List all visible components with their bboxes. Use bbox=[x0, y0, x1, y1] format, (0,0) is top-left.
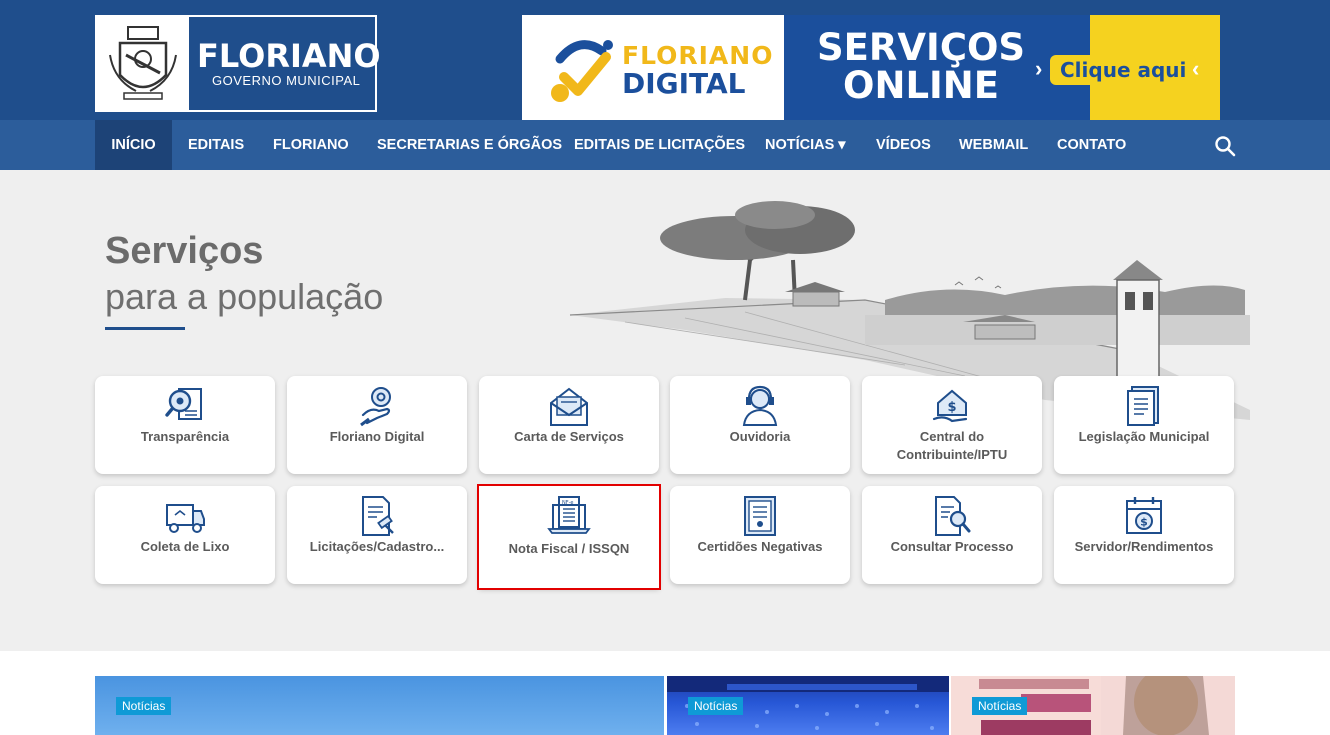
chevron-right-icon: › bbox=[1035, 56, 1043, 81]
floriano-digital-logo-icon bbox=[551, 40, 613, 102]
chevron-left-icon: ‹ bbox=[1192, 56, 1200, 81]
service-label: Legislação Municipal bbox=[1078, 429, 1210, 444]
law-book-icon bbox=[1127, 386, 1159, 426]
news-category-badge[interactable]: Notícias bbox=[688, 697, 744, 715]
certificate-icon bbox=[744, 496, 776, 536]
nav-item-floriano[interactable]: FLORIANO bbox=[273, 120, 349, 170]
service-card-certidoes[interactable]: Certidões Negativas bbox=[670, 486, 850, 584]
service-label: Central do Contribuinte/IPTU bbox=[896, 429, 1008, 462]
svg-text:$: $ bbox=[1140, 516, 1148, 529]
service-card-legislacao[interactable]: Legislação Municipal bbox=[1054, 376, 1234, 474]
service-label: Floriano Digital bbox=[329, 429, 425, 444]
banner-headline-line2: ONLINE bbox=[843, 64, 1000, 107]
calendar-money-icon: $ bbox=[1126, 497, 1162, 534]
news-card-event[interactable]: Notícias bbox=[667, 676, 949, 735]
service-card-ouvidoria[interactable]: Ouvidoria bbox=[670, 376, 850, 474]
search-icon[interactable] bbox=[1214, 135, 1236, 157]
site-logo[interactable]: FLORIANO GOVERNO MUNICIPAL bbox=[95, 15, 381, 112]
hand-gear-icon bbox=[360, 387, 391, 427]
nav-item-secretarias[interactable]: SECRETARIAS E ÓRGÃOS bbox=[377, 120, 562, 170]
service-card-carta-servicos[interactable]: Carta de Serviços bbox=[479, 376, 659, 474]
magnifier-document-icon bbox=[165, 388, 202, 420]
servicos-online-banner[interactable]: FLORIANO DIGITAL SERVIÇOS ONLINE › Cliqu… bbox=[522, 15, 1220, 120]
banner-cta-button[interactable]: Clique aqui bbox=[1050, 55, 1197, 85]
nav-item-noticias[interactable]: NOTÍCIAS ▾ bbox=[765, 120, 846, 170]
banner-headline-line1: SERVIÇOS bbox=[817, 26, 1026, 69]
service-card-servidor-rendimentos[interactable]: $ Servidor/Rendimentos bbox=[1054, 486, 1234, 584]
news-category-badge[interactable]: Notícias bbox=[116, 697, 172, 715]
logo-subtitle: GOVERNO MUNICIPAL bbox=[212, 73, 361, 88]
service-card-consultar-processo[interactable]: Consultar Processo bbox=[862, 486, 1042, 584]
svg-text:$: $ bbox=[947, 400, 956, 415]
service-label: Consultar Processo bbox=[890, 539, 1014, 554]
service-label: Ouvidoria bbox=[729, 429, 791, 444]
hero-subtitle: para a população bbox=[105, 276, 384, 317]
nav-item-webmail[interactable]: WEBMAIL bbox=[959, 120, 1028, 170]
garbage-truck-icon bbox=[166, 504, 205, 533]
envelope-icon bbox=[550, 387, 588, 426]
service-label: Servidor/Rendimentos bbox=[1074, 539, 1214, 554]
invoice-laptop-icon: NF-e bbox=[547, 496, 591, 534]
hero-underline bbox=[105, 327, 185, 330]
service-card-floriano-digital[interactable]: Floriano Digital bbox=[287, 376, 467, 474]
nav-item-inicio[interactable]: INÍCIO bbox=[95, 120, 172, 170]
banner-brand-top: FLORIANO bbox=[622, 41, 774, 70]
house-money-icon: $ bbox=[932, 389, 968, 423]
banner-brand-area: FLORIANO DIGITAL bbox=[522, 15, 792, 120]
service-card-nota-fiscal[interactable]: NF-e Nota Fiscal / ISSQN bbox=[477, 484, 661, 590]
nav-item-videos[interactable]: VÍDEOS bbox=[876, 120, 931, 170]
nav-item-editais-licitacoes[interactable]: EDITAIS DE LICITAÇÕES bbox=[574, 120, 745, 170]
gavel-document-icon bbox=[362, 496, 394, 536]
news-card-campaign[interactable]: Notícias bbox=[951, 676, 1235, 735]
service-card-central-contribuinte[interactable]: $ Central do Contribuinte/IPTU bbox=[862, 376, 1042, 474]
banner-headline: SERVIÇOS ONLINE bbox=[817, 29, 1025, 105]
coat-of-arms-icon bbox=[97, 17, 189, 110]
service-label: Certidões Negativas bbox=[697, 539, 823, 554]
logo-text: FLORIANO GOVERNO MUNICIPAL bbox=[197, 39, 381, 88]
nav-item-contato[interactable]: CONTATO bbox=[1057, 120, 1126, 170]
service-card-transparencia[interactable]: Transparência bbox=[95, 376, 275, 474]
service-card-licitacoes[interactable]: Licitações/Cadastro... bbox=[287, 486, 467, 584]
service-card-coleta-lixo[interactable]: Coleta de Lixo bbox=[95, 486, 275, 584]
news-category-badge[interactable]: Notícias bbox=[972, 697, 1028, 715]
news-card-main[interactable]: Notícias bbox=[95, 676, 664, 735]
site-header: FLORIANO GOVERNO MUNICIPAL FLORIANO DIGI… bbox=[0, 0, 1330, 120]
nav-item-editais[interactable]: EDITAIS bbox=[188, 120, 244, 170]
logo-title: FLORIANO bbox=[197, 37, 381, 75]
service-label: Licitações/Cadastro... bbox=[309, 539, 445, 554]
service-label: Carta de Serviços bbox=[514, 429, 624, 444]
headset-agent-icon bbox=[742, 385, 778, 426]
banner-brand-bottom: DIGITAL bbox=[622, 67, 746, 100]
service-label: Transparência bbox=[140, 429, 230, 444]
hero-title: Serviços bbox=[105, 230, 264, 272]
service-label: Coleta de Lixo bbox=[140, 539, 230, 554]
search-document-icon bbox=[935, 496, 971, 536]
service-label: Nota Fiscal / ISSQN bbox=[508, 541, 630, 556]
main-navigation: INÍCIO EDITAIS FLORIANO SECRETARIAS E ÓR… bbox=[0, 120, 1330, 170]
